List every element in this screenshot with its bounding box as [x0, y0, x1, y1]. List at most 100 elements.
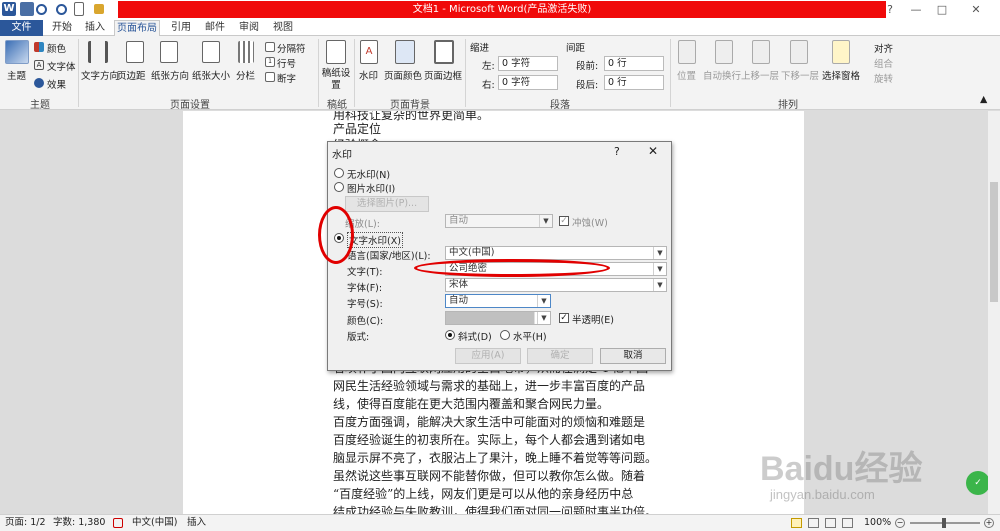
colors-button[interactable]: 颜色 [47, 41, 66, 55]
dialog-help-button[interactable]: ? [614, 145, 620, 158]
assistant-ball-icon[interactable]: ✓ [966, 471, 990, 495]
selection-pane-button[interactable]: 选择窗格 [822, 68, 860, 82]
themes-icon[interactable] [5, 40, 29, 64]
effects-button[interactable]: 效果 [47, 77, 66, 91]
color-select[interactable]: ▼ [445, 311, 551, 325]
group-label-page-background: 页面背景 [390, 100, 430, 111]
tab-view[interactable]: 视图 [268, 20, 298, 36]
hyphenation-button[interactable]: 断字 [277, 71, 296, 85]
tab-mailings[interactable]: 邮件 [200, 20, 230, 36]
tab-references[interactable]: 引用 [166, 20, 196, 36]
zoom-level[interactable]: 100% [864, 515, 891, 531]
fonts-button[interactable]: 文字体 [47, 59, 76, 73]
margins-button[interactable]: 页边距 [117, 68, 146, 82]
tab-review[interactable]: 审阅 [234, 20, 264, 36]
vertical-scrollbar[interactable] [988, 111, 1000, 514]
columns-button[interactable]: 分栏 [236, 68, 255, 82]
zoom-in-icon[interactable]: + [984, 518, 994, 528]
restore-button[interactable]: □ [932, 2, 952, 17]
orientation-button[interactable]: 纸张方向 [151, 68, 189, 82]
help-button[interactable]: ? [880, 2, 900, 17]
cancel-button[interactable]: 取消 [600, 348, 666, 364]
collapse-ribbon-icon[interactable]: ▲ [980, 94, 987, 105]
page-borders-button[interactable]: 页面边框 [424, 68, 462, 82]
dialog-close-button[interactable]: ✕ [648, 144, 658, 158]
tab-page-layout[interactable]: 页面布局 [114, 20, 160, 37]
vertical-scrollbar-thumb[interactable] [990, 182, 998, 302]
print-layout-icon[interactable] [791, 518, 802, 528]
language-indicator[interactable]: 中文(中国) [132, 515, 177, 531]
new-doc-icon[interactable] [74, 2, 84, 16]
indent-label: 缩进 [470, 43, 490, 54]
align-button[interactable]: 对齐 [874, 41, 893, 55]
spacing-label: 间距 [566, 43, 586, 54]
send-backward-button[interactable]: 下移一层 [781, 68, 819, 82]
picture-watermark-radio[interactable] [334, 182, 344, 192]
ribbon-separator [354, 39, 355, 107]
washout-checkbox[interactable]: ✓ [559, 216, 569, 226]
chevron-down-icon: ▼ [653, 247, 666, 259]
hyphenation-icon [265, 72, 275, 82]
semitransparent-label[interactable]: 半透明(E) [572, 312, 614, 326]
watermark-button[interactable]: 水印 [359, 68, 378, 82]
position-button[interactable]: 位置 [677, 68, 696, 82]
diagonal-label[interactable]: 斜式(D) [458, 329, 492, 343]
web-layout-icon[interactable] [825, 518, 836, 528]
picture-watermark-label[interactable]: 图片水印(I) [347, 181, 395, 195]
breaks-button[interactable]: 分隔符 [277, 41, 306, 55]
undo-icon[interactable] [36, 4, 47, 15]
wrap-text-button[interactable]: 自动换行 [703, 68, 741, 82]
ok-button[interactable]: 确定 [527, 348, 593, 364]
page-color-icon [395, 40, 415, 64]
apply-button[interactable]: 应用(A) [455, 348, 521, 364]
tab-file[interactable]: 文件 [0, 20, 43, 36]
size-select[interactable]: 自动 ▼ [445, 294, 551, 308]
format-painter-icon[interactable] [94, 4, 104, 14]
tab-insert[interactable]: 插入 [80, 20, 110, 36]
tab-home[interactable]: 开始 [47, 20, 77, 36]
font-select[interactable]: 宋体 ▼ [445, 278, 667, 292]
word-count[interactable]: 字数: 1,380 [53, 515, 105, 531]
semitransparent-checkbox[interactable]: ✓ [559, 313, 569, 323]
send-backward-icon [790, 40, 808, 64]
spacing-after-input[interactable]: 0 行 [604, 75, 664, 90]
horizontal-label[interactable]: 水平(H) [513, 329, 547, 343]
no-watermark-label[interactable]: 无水印(N) [347, 167, 390, 181]
size-button[interactable]: 纸张大小 [192, 68, 230, 82]
text-watermark-label[interactable]: 文字水印(X) [347, 232, 403, 248]
doc-line: “百度经验”的上线，网友们更是可以从他的亲身经历中总 [333, 487, 634, 501]
insert-mode[interactable]: 插入 [187, 515, 206, 531]
chevron-down-icon: ▼ [539, 215, 552, 227]
margins-icon [126, 41, 144, 63]
zoom-slider-thumb[interactable] [942, 518, 946, 528]
annotation-ellipse-text [414, 259, 610, 277]
language-select[interactable]: 中文(中国) ▼ [445, 246, 667, 260]
save-icon[interactable] [20, 2, 34, 16]
scale-select[interactable]: 自动 ▼ [445, 214, 553, 228]
indent-left-input[interactable]: 0 字符 [498, 56, 558, 71]
zoom-out-icon[interactable]: − [895, 518, 905, 528]
full-screen-icon[interactable] [808, 518, 819, 528]
no-watermark-radio[interactable] [334, 168, 344, 178]
text-direction-button[interactable]: 文字方向 [81, 68, 119, 82]
page-count[interactable]: 页面: 1/2 [5, 515, 46, 531]
close-button[interactable]: ✕ [966, 2, 986, 17]
diagonal-radio[interactable] [445, 330, 455, 340]
themes-button[interactable]: 主题 [7, 68, 26, 82]
line-numbers-button[interactable]: 行号 [277, 56, 296, 70]
spacing-before-input[interactable]: 0 行 [604, 56, 664, 71]
page-color-button[interactable]: 页面颜色 [384, 68, 422, 82]
rotate-button[interactable]: 旋转 [874, 71, 893, 85]
draft-settings-button[interactable]: 稿纸设置 [321, 68, 351, 92]
group-objects-button[interactable]: 组合 [874, 56, 893, 70]
colors-icon [34, 42, 44, 52]
outline-icon[interactable] [842, 518, 853, 528]
horizontal-radio[interactable] [500, 330, 510, 340]
select-picture-button[interactable]: 选择图片(P)... [345, 196, 429, 212]
indent-right-input[interactable]: 0 字符 [498, 75, 558, 90]
bring-forward-button[interactable]: 上移一层 [741, 68, 779, 82]
minimize-button[interactable]: — [906, 2, 926, 17]
redo-icon[interactable] [56, 4, 67, 15]
doc-line: 百度经验诞生的初衷所在。实际上，每个人都会遇到诸如电 [333, 433, 646, 447]
proofing-icon[interactable] [113, 518, 123, 528]
